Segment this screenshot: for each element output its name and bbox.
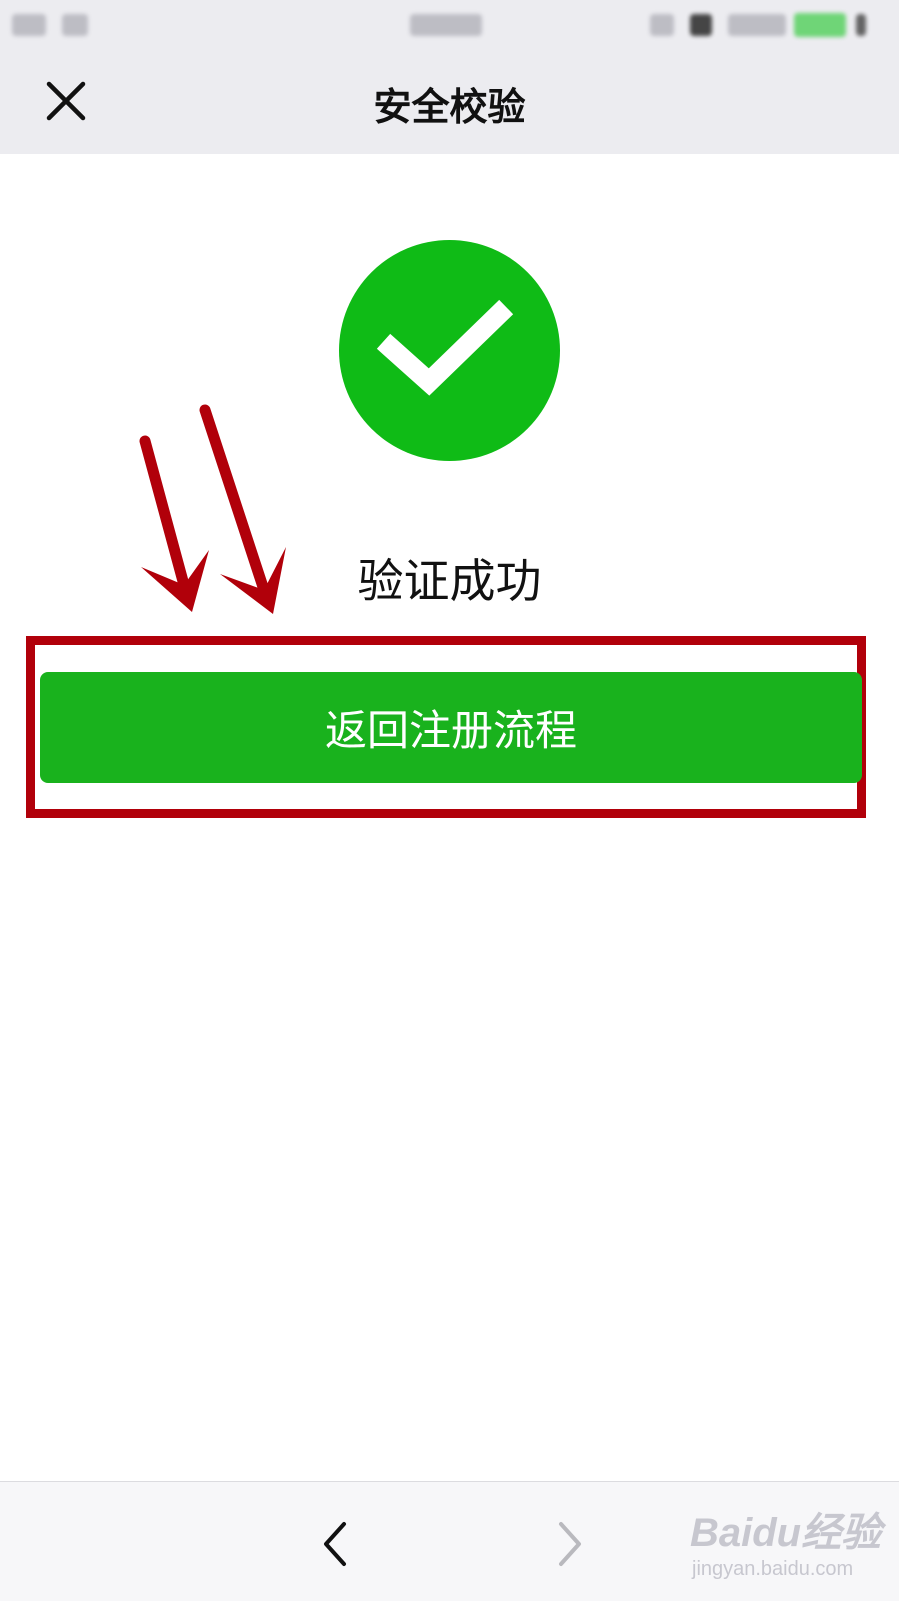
chevron-left-icon <box>324 1522 346 1566</box>
success-message: 验证成功 <box>357 554 542 608</box>
status-bar <box>0 0 899 50</box>
charging-icon <box>856 14 866 36</box>
navigation-bar: 安全校验 <box>0 50 899 154</box>
return-to-registration-button[interactable]: 返回注册流程 <box>40 672 862 783</box>
back-button[interactable] <box>312 1520 362 1568</box>
watermark-url: jingyan.baidu.com <box>692 1558 854 1580</box>
battery-icon <box>794 13 846 37</box>
checkmark-icon <box>376 299 514 396</box>
forward-button[interactable] <box>545 1520 595 1568</box>
success-badge <box>339 240 560 461</box>
watermark-logo: Baidu经验 <box>690 1511 882 1555</box>
clock-blurred <box>410 14 482 36</box>
battery-percent-blurred <box>728 14 786 36</box>
page-title: 安全校验 <box>373 85 526 129</box>
baidu-watermark: Baidu经验 jingyan.baidu.com <box>690 1500 890 1590</box>
lock-rotation-icon <box>690 14 712 36</box>
wifi-icon <box>62 14 88 36</box>
airplane-icon <box>12 14 46 36</box>
chevron-right-icon <box>559 1522 581 1566</box>
location-icon <box>650 14 674 36</box>
